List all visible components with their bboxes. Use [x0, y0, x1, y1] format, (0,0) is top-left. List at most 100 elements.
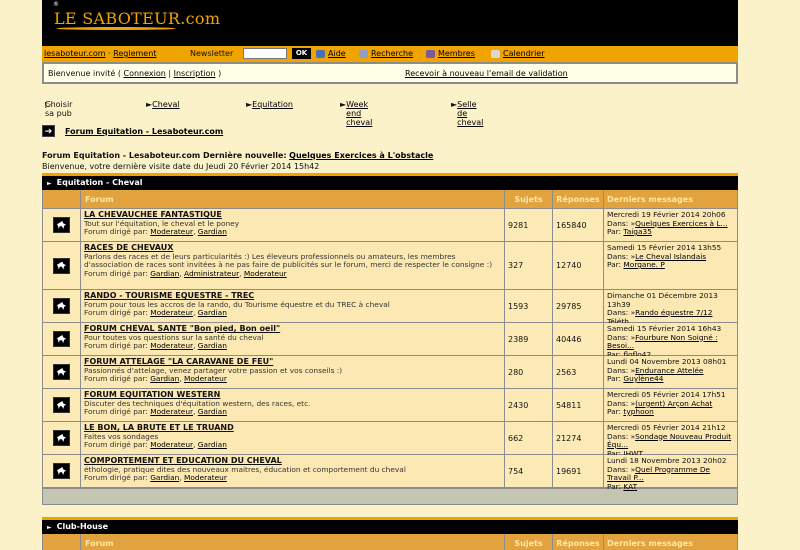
- last-post-author-link[interactable]: KAT: [623, 482, 637, 491]
- table-row: COMPORTEMENT ET EDUCATION DU CHEVAL étho…: [43, 455, 737, 490]
- newsletter-label: Newsletter: [190, 49, 234, 58]
- col-replies: Réponses: [553, 190, 604, 208]
- last-post-topic: Dans: »Fourbure Non Soigné : Besoi...: [607, 333, 734, 351]
- last-post-by-prefix: Par:: [607, 227, 622, 236]
- moderator-link[interactable]: Moderateur: [150, 440, 193, 449]
- signup-link[interactable]: Inscription: [174, 69, 216, 78]
- newsletter-input[interactable]: [243, 48, 287, 59]
- topics-count: 280: [505, 356, 553, 388]
- category-equitation: ► Equitation - Cheval Forum Sujets Répons…: [42, 173, 738, 505]
- forum-icon-cell: [43, 209, 81, 241]
- mod-prefix: Forum dirigé par:: [84, 374, 148, 383]
- login-link[interactable]: Connexion: [123, 69, 165, 78]
- nav-sep: ·: [105, 49, 114, 58]
- topics-count: 2430: [505, 389, 553, 421]
- moderator-link[interactable]: Gardian: [198, 341, 227, 350]
- last-post-cell: Samedi 15 Février 2014 13h55 Dans: »Le C…: [604, 242, 737, 289]
- col-last: Derniers messages: [607, 194, 693, 204]
- site-header: ® LE SABOTEUR.com: [42, 0, 738, 46]
- nav-members-label: Membres: [438, 49, 475, 58]
- moderator-link[interactable]: Moderateur: [150, 227, 193, 236]
- moderator-link[interactable]: Gardian: [150, 374, 179, 383]
- last-post-author-link[interactable]: Morgane. P: [623, 260, 664, 269]
- last-post-author-link[interactable]: typhoon: [623, 407, 653, 416]
- moderator-link[interactable]: Moderateur: [184, 473, 227, 482]
- logo-swoosh: [56, 27, 176, 30]
- top-nav: lesaboteur.com · Reglement Newsletter OK…: [42, 46, 738, 62]
- nav-search-label: Recherche: [371, 49, 414, 58]
- members-icon: [426, 49, 435, 58]
- moderator-link[interactable]: Gardian: [198, 308, 227, 317]
- help-icon: [316, 49, 325, 58]
- last-post-cell: Lundi 04 Novembre 2013 08h01 Dans: »Endu…: [604, 356, 737, 388]
- table-row: RACES DE CHEVAUX Parlons des races et de…: [43, 242, 737, 290]
- category-header[interactable]: ► Equitation - Cheval: [42, 173, 738, 190]
- nav-search[interactable]: Recherche: [359, 49, 413, 58]
- mod-prefix: Forum dirigé par:: [84, 407, 148, 416]
- forum-cell: RANDO - TOURISME EQUESTRE - TREC Forum p…: [81, 290, 505, 322]
- promo-link-3[interactable]: ► Week end cheval: [340, 100, 372, 127]
- table-row: LE BON, LA BRUTE ET LE TRUAND Faites vos…: [43, 422, 737, 457]
- play-icon: ▷: [45, 100, 52, 109]
- table-row: FORUM ATTELAGE "LA CARAVANE DE FEU" Pass…: [43, 356, 737, 389]
- resend-validation-link[interactable]: Recevoir à nouveau l'email de validation: [405, 69, 568, 78]
- category-header[interactable]: ► Club-House: [42, 517, 738, 534]
- moderator-link[interactable]: Gardian: [150, 473, 179, 482]
- forum-cell: LE BON, LA BRUTE ET LE TRUAND Faites vos…: [81, 422, 505, 454]
- moderator-link[interactable]: Gardian: [198, 440, 227, 449]
- last-post-cell: Dimanche 01 Décembre 2013 13h39 Dans: »R…: [604, 290, 737, 334]
- col-replies: Réponses: [553, 534, 604, 550]
- nav-calendar[interactable]: Calendrier: [491, 49, 545, 58]
- breadcrumb: ➔ Forum Equitation - Lesaboteur.com: [42, 124, 223, 138]
- table-header: Forum Sujets Réponses Derniers messages: [43, 190, 737, 209]
- site-logo[interactable]: ® LE SABOTEUR.com: [53, 1, 220, 30]
- last-post-author: Par: KAT: [607, 482, 734, 492]
- promo-link-1[interactable]: ► Cheval: [146, 100, 180, 109]
- news-link[interactable]: Quelques Exercices à L'obstacle: [289, 151, 433, 160]
- news-line: Forum Equitation - Lesaboteur.com Derniè…: [42, 150, 433, 161]
- moderator-link[interactable]: Moderateur: [150, 407, 193, 416]
- breadcrumb-link[interactable]: Forum Equitation - Lesaboteur.com: [65, 127, 223, 136]
- promo-link-4[interactable]: ► Selle de cheval: [451, 100, 483, 127]
- moderator-link[interactable]: Gardian: [198, 407, 227, 416]
- home-link[interactable]: lesaboteur.com: [44, 49, 106, 58]
- mod-prefix: Forum dirigé par:: [84, 308, 148, 317]
- moderator-link[interactable]: Moderateur: [150, 308, 193, 317]
- forum-moderators: Forum dirigé par: Moderateur, Gardian: [84, 407, 227, 416]
- arrow-right-icon: ►: [47, 524, 52, 531]
- moderator-link[interactable]: Administrateur: [184, 269, 239, 278]
- forum-icon-cell: [43, 422, 81, 454]
- moderator-link[interactable]: Gardian: [198, 227, 227, 236]
- forum-cell: FORUM CHEVAL SANTE "Bon pied, Bon oeil" …: [81, 323, 505, 355]
- forum-moderators: Forum dirigé par: Moderateur, Gardian: [84, 308, 227, 317]
- welcome-prefix: Bienvenue invité (: [48, 69, 121, 78]
- moderator-link[interactable]: Gardian: [150, 269, 179, 278]
- col-forum: Forum: [81, 534, 505, 550]
- nav-members[interactable]: Membres: [426, 49, 475, 58]
- col-last: Derniers messages: [607, 538, 693, 548]
- newsletter-ok-button[interactable]: OK: [292, 48, 311, 59]
- horse-icon: [53, 217, 70, 233]
- promo-link-2[interactable]: ► Equitation: [246, 100, 293, 109]
- moderator-link[interactable]: Moderateur: [150, 341, 193, 350]
- welcome-text: Bienvenue invité ( Connexion | Inscripti…: [48, 69, 221, 78]
- moderator-link[interactable]: Moderateur: [244, 269, 287, 278]
- nav-help[interactable]: Aide: [316, 49, 346, 58]
- moderator-link[interactable]: Moderateur: [184, 374, 227, 383]
- replies-count: 21274: [553, 422, 604, 454]
- last-visit-text: Bienvenue, votre dernière visite date du…: [42, 162, 320, 171]
- last-post-author: Par: typhoon: [607, 407, 734, 417]
- rules-link[interactable]: Reglement: [113, 49, 156, 58]
- forum-icon-cell: [43, 356, 81, 388]
- last-post-author-link[interactable]: Guylène44: [623, 374, 663, 383]
- last-post-cell: Samedi 15 Février 2014 16h43 Dans: »Four…: [604, 323, 737, 358]
- last-post-author-link[interactable]: Taiga35: [623, 227, 652, 236]
- last-post-cell: Mercredi 19 Février 2014 20h06 Dans: »Qu…: [604, 209, 737, 241]
- logo-registered-mark: ®: [53, 1, 60, 8]
- topics-count: 1593: [505, 290, 553, 322]
- forum-moderators: Forum dirigé par: Moderateur, Gardian: [84, 341, 227, 350]
- promo-link-2-label: Equitation: [252, 100, 293, 109]
- replies-count: 19691: [553, 455, 604, 487]
- mod-prefix: Forum dirigé par:: [84, 227, 148, 236]
- last-post-by-prefix: Par:: [607, 260, 622, 269]
